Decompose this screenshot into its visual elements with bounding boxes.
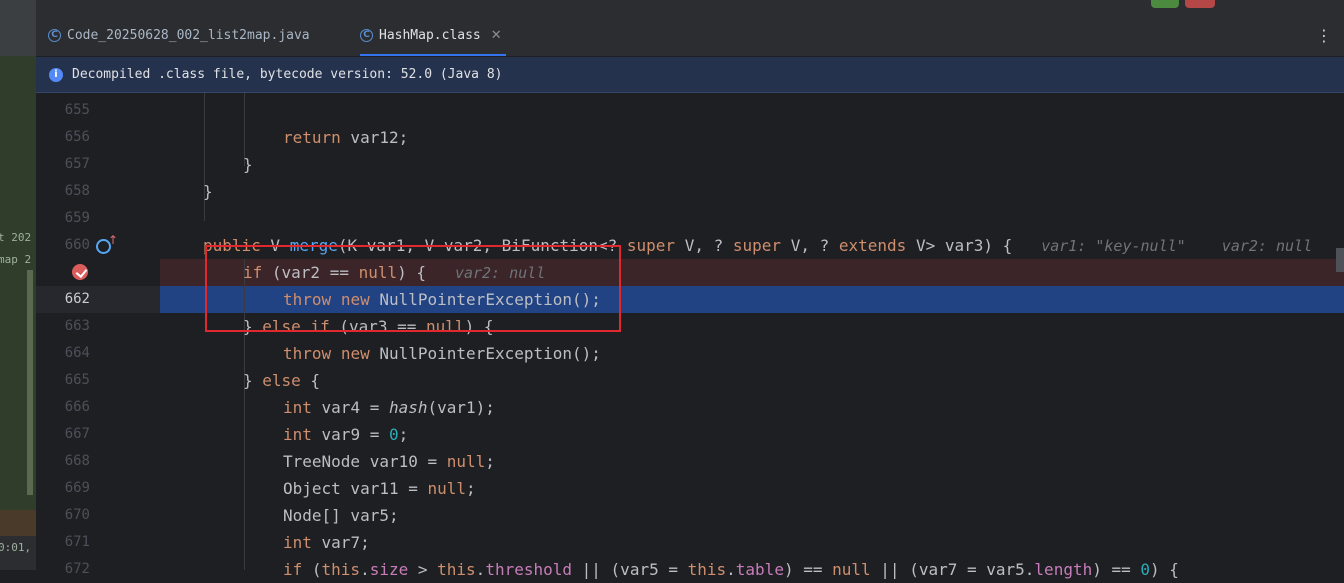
left-panel-text: 0:01,	[0, 541, 32, 554]
stop-button[interactable]	[1185, 0, 1215, 8]
line-number: 663	[64, 318, 90, 334]
line-number: 659	[64, 210, 90, 226]
code-line: 657 }	[36, 151, 1344, 178]
code-line: 669 Object var11 = null;	[36, 475, 1344, 502]
line-number: 671	[64, 534, 90, 550]
editor-tabs: C Code_20250628_002_list2map.java C Hash…	[36, 14, 1344, 57]
line-number: 665	[64, 372, 90, 388]
line-number: 657	[64, 156, 90, 172]
left-tool-panel: t 202 map 2 0:01,	[0, 0, 36, 570]
code-line: 656 return var12;	[36, 124, 1344, 151]
line-number: 668	[64, 453, 90, 469]
code-text[interactable]: throw new NullPointerException();	[283, 340, 601, 367]
code-line: 667 int var9 = 0;	[36, 421, 1344, 448]
annotation-highlight-box	[205, 245, 621, 332]
arrow-up-icon: ↑	[108, 233, 119, 247]
banner-text: Decompiled .class file, bytecode version…	[72, 67, 503, 82]
code-line: 671 int var7;	[36, 529, 1344, 556]
code-line: 670 Node[] var5;	[36, 502, 1344, 529]
code-line: 658 }	[36, 178, 1344, 205]
line-number: 667	[64, 426, 90, 442]
code-text[interactable]: } else {	[243, 367, 320, 394]
line-number: 664	[64, 345, 90, 361]
line-number: 655	[64, 102, 90, 118]
left-panel-text: t 202	[0, 231, 32, 244]
left-panel-text: map 2	[0, 253, 32, 266]
code-text[interactable]: Object var11 = null;	[283, 475, 476, 502]
title-bar	[36, 0, 1344, 14]
more-options-icon[interactable]: ⋮	[1316, 26, 1332, 45]
left-panel-scrollbar[interactable]	[27, 270, 33, 495]
line-number: 670	[64, 507, 90, 523]
code-text[interactable]: }	[243, 151, 253, 178]
run-button[interactable]	[1151, 0, 1179, 8]
code-text[interactable]: int var4 = hash(var1);	[283, 394, 495, 421]
left-panel-header	[0, 0, 36, 56]
class-icon: C	[360, 28, 373, 42]
editor-scrollbar[interactable]	[1336, 248, 1344, 272]
code-text[interactable]: int var7;	[283, 529, 370, 556]
code-text[interactable]: Node[] var5;	[283, 502, 399, 529]
tab-hashmap-class[interactable]: C HashMap.class ✕	[360, 14, 506, 56]
code-line: 659	[36, 205, 1344, 232]
info-icon: i	[49, 67, 63, 82]
tab-code-file[interactable]: C Code_20250628_002_list2map.java	[48, 14, 310, 56]
code-text[interactable]: int var9 = 0;	[283, 421, 408, 448]
left-panel-status	[0, 510, 36, 536]
code-text[interactable]: return var12;	[283, 124, 408, 151]
close-icon[interactable]: ✕	[491, 28, 502, 43]
inline-debug-value: var1: "key-null" var2: null	[1041, 237, 1313, 255]
code-line: 668 TreeNode var10 = null;	[36, 448, 1344, 475]
line-number: 669	[64, 480, 90, 496]
code-line: 655	[36, 97, 1344, 124]
code-line: 665 } else {	[36, 367, 1344, 394]
line-number: 660	[64, 237, 90, 253]
line-number: 666	[64, 399, 90, 415]
code-line: 664 throw new NullPointerException();	[36, 340, 1344, 367]
line-number: 662	[64, 291, 90, 307]
code-line: 666 int var4 = hash(var1);	[36, 394, 1344, 421]
breakpoint-icon[interactable]	[72, 264, 88, 280]
class-icon: C	[48, 28, 61, 42]
tab-label: HashMap.class	[379, 27, 481, 43]
line-number: 658	[64, 183, 90, 199]
line-number: 656	[64, 129, 90, 145]
code-text[interactable]: }	[203, 178, 213, 205]
decompiled-banner: i Decompiled .class file, bytecode versi…	[36, 57, 1344, 93]
tab-label: Code_20250628_002_list2map.java	[67, 27, 310, 43]
code-text[interactable]: TreeNode var10 = null;	[283, 448, 495, 475]
